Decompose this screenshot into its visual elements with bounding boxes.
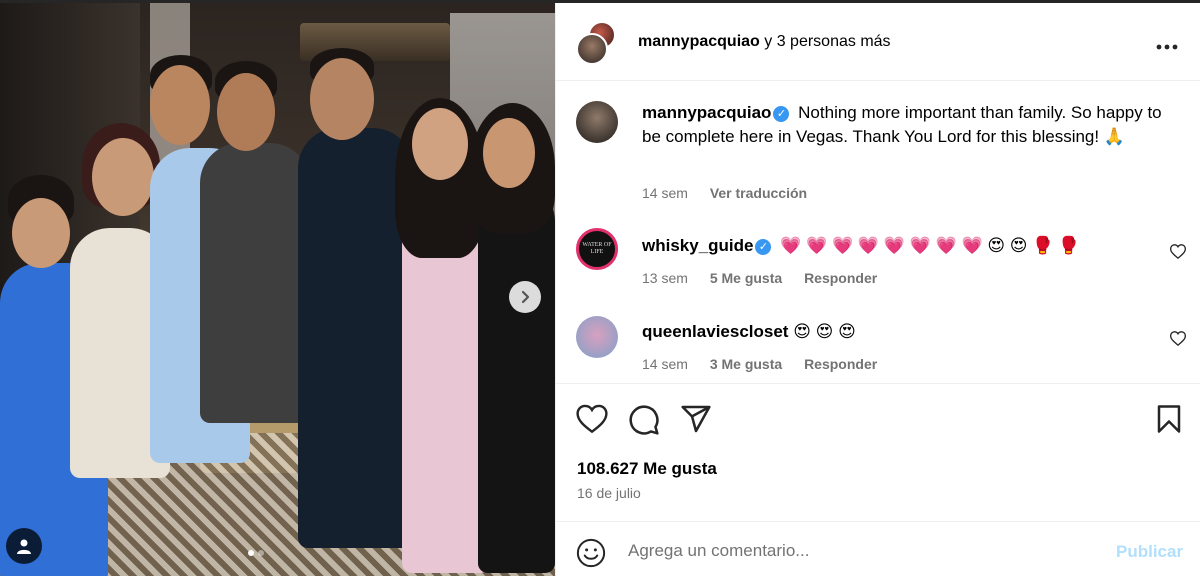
post-actions: 108.627 Me gusta 16 de julio <box>556 383 1200 523</box>
save-button[interactable] <box>1156 404 1190 438</box>
verified-badge-icon: ✓ <box>755 239 772 255</box>
person-girl-2 <box>478 183 555 573</box>
emoji-button[interactable] <box>576 538 606 568</box>
comment-item: WATER OF LIFE whisky_guide ✓ 💗 💗 💗 💗 💗 💗 … <box>576 228 1187 298</box>
like-comment-button[interactable] <box>1169 244 1187 264</box>
carousel-dot-active[interactable] <box>248 550 254 556</box>
avatar-text: WATER OF LIFE <box>582 242 612 255</box>
avatar[interactable] <box>576 101 618 143</box>
tagged-users-button[interactable] <box>6 528 42 564</box>
comment-likes[interactable]: 3 Me gusta <box>710 356 782 372</box>
avatar[interactable] <box>576 316 618 358</box>
post-side-panel: mannypacquiao y 3 personas más mannypacq… <box>555 3 1200 576</box>
caption: mannypacquiao ✓ Nothing more important th… <box>576 101 1186 211</box>
avatar <box>576 33 608 65</box>
comment-username[interactable]: queenlaviescloset <box>642 322 788 341</box>
avatar[interactable]: WATER OF LIFE <box>576 228 618 270</box>
emoji-smile-icon <box>576 538 606 568</box>
comment-time[interactable]: 14 sem <box>642 356 688 372</box>
like-count[interactable]: 108.627 Me gusta <box>577 459 717 479</box>
instagram-post: mannypacquiao y 3 personas más mannypacq… <box>0 0 1200 576</box>
comment-text: 😍 😍 😍 <box>793 322 856 341</box>
publish-button[interactable]: Publicar <box>1116 542 1183 562</box>
like-button[interactable] <box>576 404 610 438</box>
comment-body: whisky_guide ✓ 💗 💗 💗 💗 💗 💗 💗 💗 😍 😍 🥊 🥊 <box>642 234 1162 258</box>
caption-username[interactable]: mannypacquiao <box>642 103 771 122</box>
post-authors: mannypacquiao y 3 personas más <box>638 33 891 51</box>
like-comment-button[interactable] <box>1169 331 1187 351</box>
comment-body: queenlaviescloset 😍 😍 😍 <box>642 320 1162 344</box>
more-options-button[interactable] <box>1156 33 1178 56</box>
add-comment-bar: Publicar <box>556 521 1200 576</box>
heart-icon <box>576 404 608 434</box>
verified-badge-icon: ✓ <box>773 106 790 122</box>
comment-button[interactable] <box>628 404 662 438</box>
user-icon <box>17 539 31 554</box>
collab-avatars[interactable] <box>576 21 616 65</box>
comment-meta: 13 sem 5 Me gusta Responder <box>642 270 895 286</box>
comment-meta: 14 sem 3 Me gusta Responder <box>642 356 895 372</box>
carousel-next-button[interactable] <box>509 281 541 313</box>
collab-text[interactable]: y 3 personas más <box>764 33 890 50</box>
comment-input[interactable] <box>628 536 1098 566</box>
carousel-dots <box>248 550 264 556</box>
share-button[interactable] <box>680 404 714 438</box>
post-header: mannypacquiao y 3 personas más <box>556 3 1200 81</box>
reply-button[interactable]: Responder <box>804 270 877 286</box>
comment-text: 💗 💗 💗 💗 💗 💗 💗 💗 😍 😍 🥊 🥊 <box>780 236 1080 255</box>
reply-button[interactable]: Responder <box>804 356 877 372</box>
caption-time[interactable]: 14 sem <box>642 185 688 201</box>
person-man-2 <box>200 143 310 423</box>
post-photo[interactable] <box>0 3 555 576</box>
caption-meta: 14 sem Ver traducción <box>642 185 825 201</box>
bookmark-icon <box>1157 405 1181 433</box>
chevron-right-icon <box>521 290 530 304</box>
author-username[interactable]: mannypacquiao <box>638 33 760 50</box>
send-icon <box>681 405 711 433</box>
comment-username[interactable]: whisky_guide <box>642 236 753 255</box>
caption-body: mannypacquiao ✓ Nothing more important th… <box>642 101 1162 149</box>
post-date[interactable]: 16 de julio <box>577 485 641 501</box>
comment-likes[interactable]: 5 Me gusta <box>710 270 782 286</box>
translate-link[interactable]: Ver traducción <box>710 185 807 201</box>
comment-time[interactable]: 13 sem <box>642 270 688 286</box>
comment-item: queenlaviescloset 😍 😍 😍 14 sem 3 Me gust… <box>576 316 1187 376</box>
heart-icon <box>1169 331 1187 347</box>
person-girl-1 <box>402 203 490 573</box>
carousel-dot[interactable] <box>258 550 264 556</box>
heart-icon <box>1169 244 1187 260</box>
comment-bubble-icon <box>629 405 659 435</box>
more-horizontal-icon <box>1156 44 1178 50</box>
